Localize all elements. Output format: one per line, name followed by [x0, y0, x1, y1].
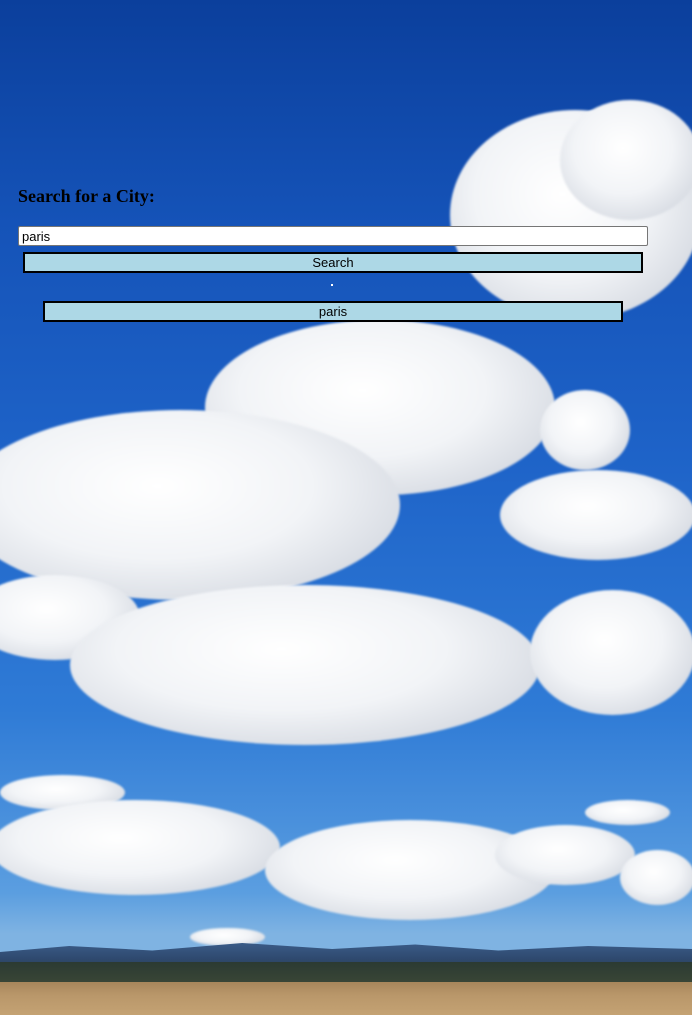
- separator-dot: [331, 284, 333, 286]
- search-button[interactable]: Search: [23, 252, 643, 273]
- search-result-item[interactable]: paris: [43, 301, 623, 322]
- city-search-form: Search for a City: Search paris: [0, 0, 692, 1015]
- search-results-list: paris: [43, 301, 623, 322]
- page-heading: Search for a City:: [18, 186, 155, 206]
- city-search-input[interactable]: [18, 226, 648, 246]
